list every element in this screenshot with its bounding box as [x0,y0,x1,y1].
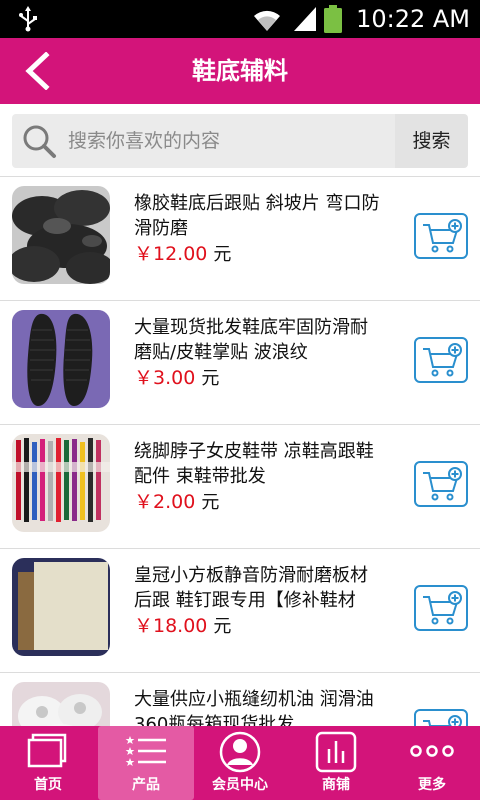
product-list: 橡胶鞋底后跟贴 斜坡片 弯口防滑防磨 ￥12.00 元 大量现货批发鞋底牢固防滑… [0,176,480,726]
product-name: 橡胶鞋底后跟贴 斜坡片 弯口防滑防磨 [134,193,380,239]
cart-add-icon [423,343,462,377]
list-item[interactable]: 绕脚脖子女皮鞋带 凉鞋高跟鞋配件 束鞋带批发 ￥2.00 元 [0,424,480,548]
product-image [12,186,110,284]
more-icon [410,745,454,757]
app-screen: 10:22 AM 鞋底辅料 搜索你喜欢的内容 搜索 橡胶鞋底后跟贴 斜坡片 弯口… [0,0,480,800]
nav-label: 商铺 [322,777,350,793]
price-value: ￥3.00 [134,367,196,389]
nav-item-member-center[interactable]: 会员中心 [192,726,288,800]
header-bar: 鞋底辅料 [0,38,480,104]
wifi-icon [254,10,280,31]
battery-icon [324,5,342,33]
user-icon [219,731,261,773]
product-price: ￥2.00 元 [134,489,219,516]
back-button[interactable] [20,52,56,90]
search-icon [23,125,56,158]
nav-item-more[interactable]: 更多 [384,726,480,800]
list-item[interactable]: 大量供应小瓶缝纫机油 润滑油360瓶每箱现货批发 [0,672,480,726]
nav-label: 更多 [418,777,446,793]
home-icon [27,733,67,768]
search-button[interactable]: 搜索 [395,114,468,168]
cart-add-icon [423,591,462,625]
chart-icon [315,731,357,773]
list-item[interactable]: 大量现货批发鞋底牢固防滑耐磨贴/皮鞋掌贴 波浪纹 ￥3.00 元 [0,300,480,424]
add-to-cart-button[interactable] [414,709,468,726]
search-bar: 搜索 [0,104,480,176]
status-bar: 10:22 AM [0,0,480,38]
search-field[interactable] [12,114,395,168]
product-name: 大量现货批发鞋底牢固防滑耐磨贴/皮鞋掌贴 波浪纹 [134,317,368,363]
bottom-nav: 首页 产品 会员中心 商铺 更多 [0,726,480,800]
product-name: 皇冠小方板静音防滑耐磨板材后跟 鞋钉跟专用【修补鞋材 [134,565,368,611]
product-price: ￥3.00 元 [134,365,219,392]
nav-item-home[interactable]: 首页 [0,726,96,800]
price-unit: 元 [213,616,232,637]
add-to-cart-button[interactable] [414,213,468,259]
price-unit: 元 [201,492,220,513]
product-image [12,682,110,726]
add-to-cart-button[interactable] [414,585,468,631]
product-name: 绕脚脖子女皮鞋带 凉鞋高跟鞋配件 束鞋带批发 [134,441,374,487]
product-price: ￥18.00 元 [134,613,231,640]
nav-item-shop[interactable]: 商铺 [288,726,384,800]
page-title: 鞋底辅料 [192,57,288,85]
product-image [12,434,110,532]
add-to-cart-button[interactable] [414,337,468,383]
status-time: 10:22 AM [356,5,470,33]
nav-item-products[interactable]: 产品 [98,726,194,800]
product-name: 大量供应小瓶缝纫机油 润滑油360瓶每箱现货批发 [134,689,374,726]
price-value: ￥18.00 [134,615,208,637]
cart-add-icon [423,467,462,501]
signal-icon [294,7,316,31]
product-image [12,310,110,408]
nav-label: 会员中心 [212,777,268,793]
price-value: ￥2.00 [134,491,196,513]
search-input[interactable] [68,114,388,168]
price-value: ￥12.00 [134,243,208,265]
usb-icon [19,6,37,32]
cart-add-icon [423,219,462,253]
price-unit: 元 [213,244,232,265]
cart-add-icon [423,715,462,726]
nav-label: 产品 [132,777,160,793]
list-item[interactable]: 皇冠小方板静音防滑耐磨板材后跟 鞋钉跟专用【修补鞋材 ￥18.00 元 [0,548,480,672]
price-unit: 元 [201,368,220,389]
product-image [12,558,110,656]
list-item[interactable]: 橡胶鞋底后跟贴 斜坡片 弯口防滑防磨 ￥12.00 元 [0,176,480,300]
product-price: ￥12.00 元 [134,241,231,268]
nav-label: 首页 [34,777,62,793]
add-to-cart-button[interactable] [414,461,468,507]
list-icon [125,736,166,766]
